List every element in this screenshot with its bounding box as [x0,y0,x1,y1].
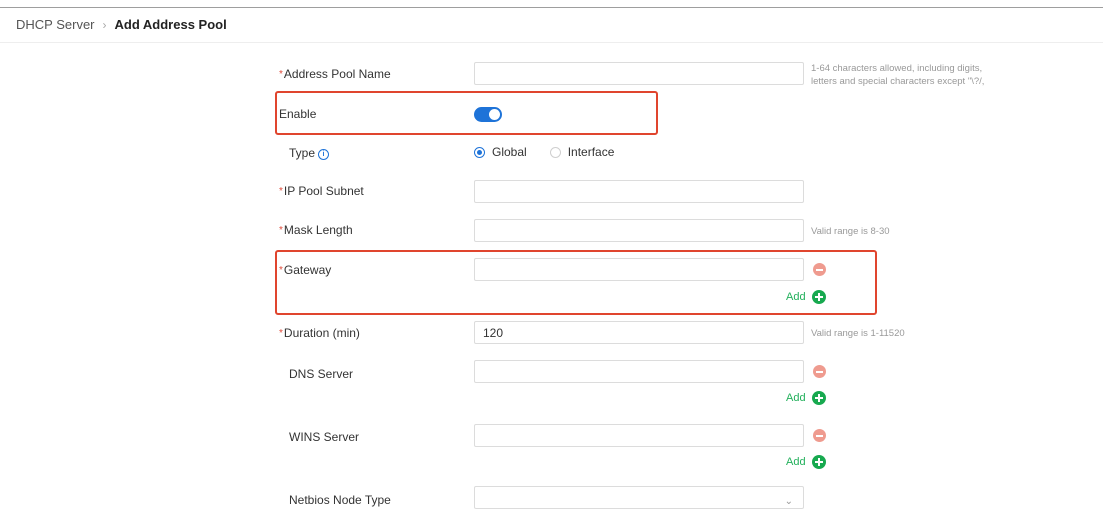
enable-highlight-box [275,91,658,135]
dns-server-input[interactable] [474,360,804,383]
wins-remove-icon[interactable] [813,429,826,442]
mask-length-input[interactable] [474,219,804,242]
wins-server-input[interactable] [474,424,804,447]
plus-circle-icon [811,290,826,304]
breadcrumb-dhcp-server[interactable]: DHCP Server [16,17,95,32]
mask-length-label: *Mask Length [279,223,353,237]
header-divider [0,42,1103,43]
dns-add-button[interactable]: Add [786,391,826,405]
plus-circle-icon [811,455,826,469]
type-label: Type i [289,145,330,161]
breadcrumb-current: Add Address Pool [114,17,227,32]
dns-remove-icon[interactable] [813,365,826,378]
add-label: Add [786,291,806,303]
mask-length-hint: Valid range is 8-30 [811,226,890,237]
breadcrumb-separator: › [102,17,107,32]
pool-name-input[interactable] [474,62,804,85]
radio-global-label[interactable]: Global [492,145,527,159]
info-icon[interactable]: i [318,149,330,160]
enable-toggle[interactable] [474,107,502,122]
wins-server-label: WINS Server [289,430,360,444]
top-border [0,7,1103,8]
duration-input[interactable] [474,321,804,344]
pool-name-label: *Address Pool Name [279,67,391,81]
radio-interface[interactable] [549,146,561,158]
radio-global[interactable] [474,146,485,158]
breadcrumb: DHCP Server › Add Address Pool [16,17,227,32]
gateway-label: *Gateway [279,263,332,277]
netbios-node-type-select[interactable]: ⌄ [474,486,804,509]
duration-hint: Valid range is 1-11520 [811,328,905,339]
required-mark: * [279,69,283,80]
ip-pool-subnet-input[interactable] [474,180,804,203]
plus-circle-icon [811,391,826,405]
wins-add-button[interactable]: Add [786,455,826,469]
toggle-knob [489,109,500,120]
gateway-add-button[interactable]: Add [786,290,826,304]
enable-label: Enable [279,107,317,121]
dns-server-label: DNS Server [289,367,354,381]
radio-interface-label[interactable]: Interface [568,145,615,159]
chevron-down-icon: ⌄ [784,496,793,507]
gateway-input[interactable] [474,258,804,281]
netbios-node-type-label: Netbios Node Type [289,493,391,507]
gateway-remove-icon[interactable] [813,263,826,276]
pool-name-hint: 1-64 characters allowed, including digit… [811,63,985,87]
duration-label: *Duration (min) [279,326,360,340]
ip-pool-subnet-label: *IP Pool Subnet [279,184,364,198]
type-radio-group: Global Interface [474,145,614,159]
